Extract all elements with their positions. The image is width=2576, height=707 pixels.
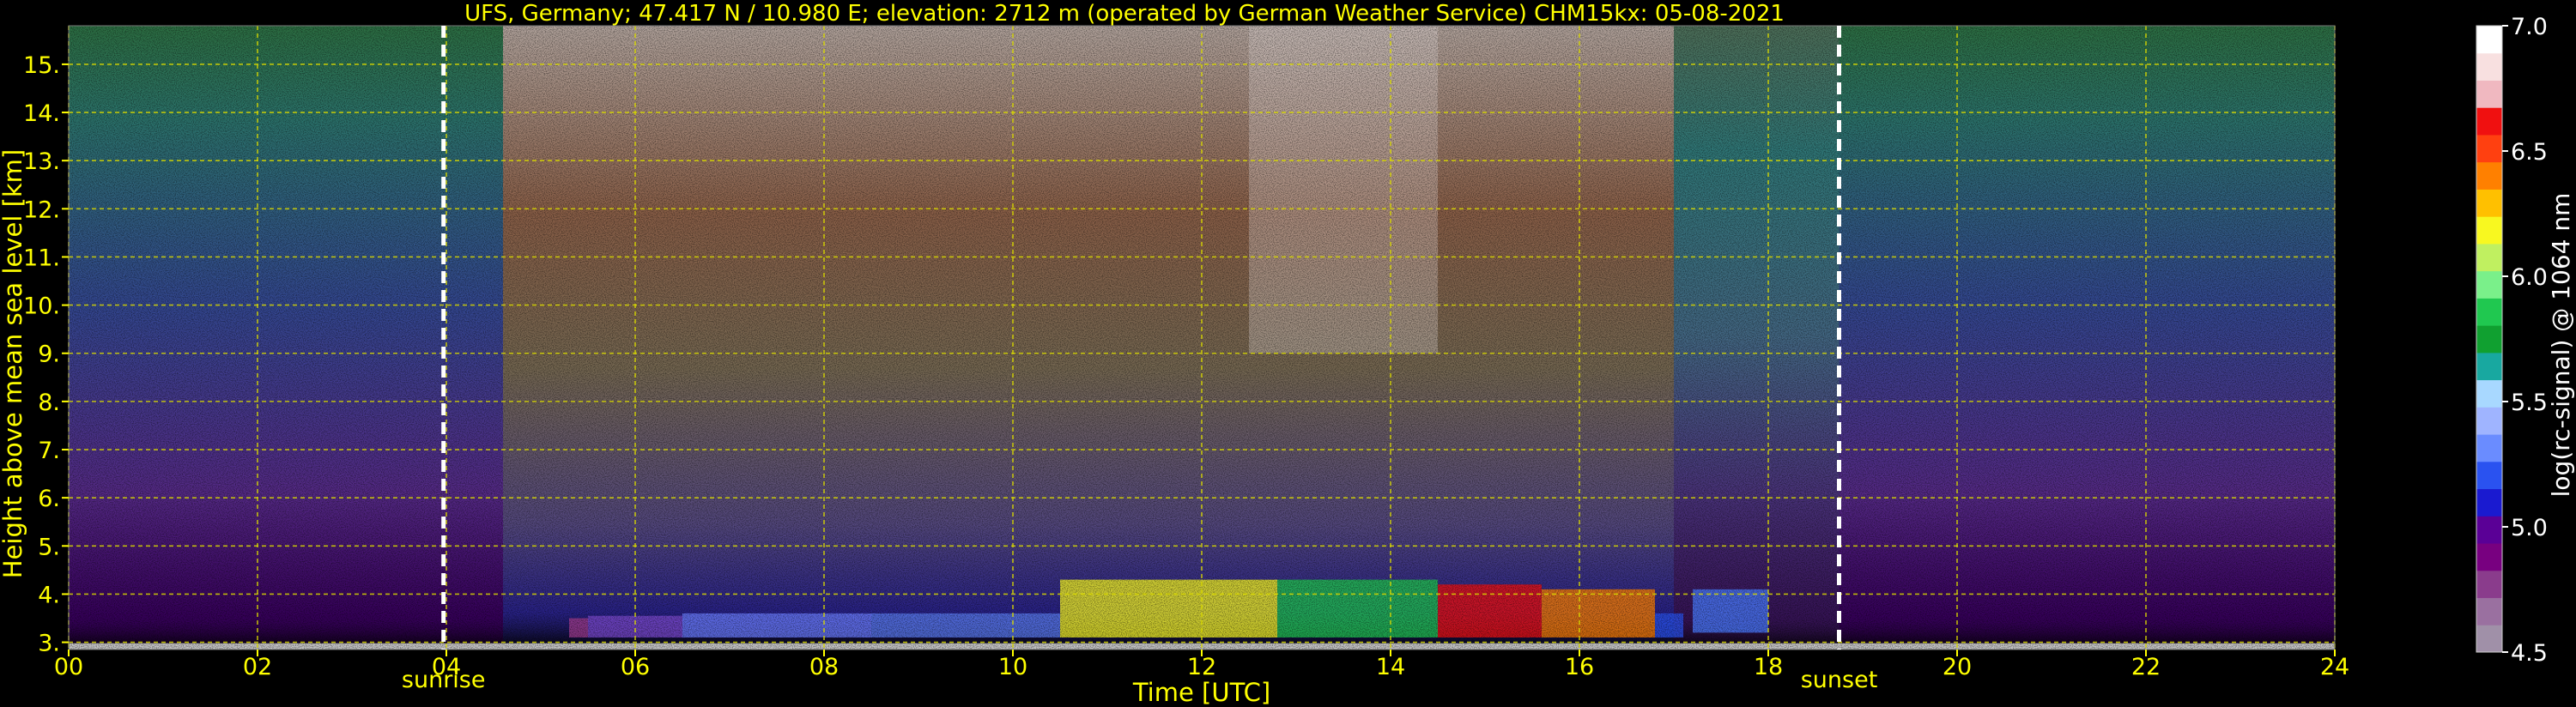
colorbar-segment xyxy=(2476,216,2502,245)
colorbar-segment xyxy=(2476,134,2502,163)
colorbar-segment xyxy=(2476,570,2502,599)
colorbar-segment xyxy=(2476,52,2502,81)
colorbar-segment xyxy=(2476,352,2502,381)
colorbar-segment xyxy=(2476,379,2502,408)
y-axis-label: Height above mean sea level [km] xyxy=(0,149,27,578)
colorbar-label: log(rc-signal) @ 1064 nm xyxy=(2547,193,2575,498)
colorbar-segment xyxy=(2476,298,2502,326)
colorbar-segment xyxy=(2476,516,2502,544)
colorbar-segment xyxy=(2476,407,2502,435)
y-tick-label: 5. xyxy=(38,534,60,560)
colorbar-segment xyxy=(2476,26,2502,54)
y-tick-label: 4. xyxy=(38,582,60,608)
y-tick-label: 9. xyxy=(38,341,60,368)
y-axis-ticks: 3. 4. 5. 6. 7. 8. 9. 10. 11. 12. 13. 14. 15. xyxy=(23,52,69,657)
x-tick-label: 16 xyxy=(1565,654,1594,680)
y-tick-label: 14. xyxy=(23,100,60,127)
colorbar-tick-label: 5.5 xyxy=(2511,390,2548,416)
y-tick-label: 12. xyxy=(23,196,60,223)
colorbar-segment xyxy=(2476,434,2502,462)
colorbar: 4.5 5.0 5.5 6.0 6.5 7.0 xyxy=(2476,14,2548,667)
colorbar-segment xyxy=(2476,161,2502,190)
colorbar-segment xyxy=(2476,107,2502,136)
y-tick-label: 13. xyxy=(23,148,60,175)
y-tick-label: 3. xyxy=(38,631,60,657)
colorbar-segment xyxy=(2476,488,2502,517)
colorbar-segment xyxy=(2476,80,2502,108)
sunset-label: sunset xyxy=(1801,667,1878,693)
x-tick-label: 04 xyxy=(432,654,461,680)
ceilometer-chart: UFS, Germany; 47.417 N / 10.980 E; eleva… xyxy=(0,1,2575,707)
x-tick-label: 12 xyxy=(1187,654,1216,680)
y-tick-label: 15. xyxy=(23,52,60,79)
x-tick-label: 06 xyxy=(621,654,650,680)
colorbar-tick-label: 6.5 xyxy=(2511,139,2548,166)
colorbar-segment xyxy=(2476,325,2502,354)
colorbar-segment xyxy=(2476,597,2502,625)
x-tick-label: 00 xyxy=(54,654,83,680)
chart-title: UFS, Germany; 47.417 N / 10.980 E; eleva… xyxy=(464,1,1785,27)
y-tick-label: 11. xyxy=(23,245,60,271)
colorbar-segment xyxy=(2476,243,2502,272)
x-tick-label: 02 xyxy=(243,654,272,680)
x-tick-label: 20 xyxy=(1943,654,1972,680)
colorbar-tick-label: 7.0 xyxy=(2511,14,2548,40)
y-tick-label: 6. xyxy=(38,486,60,512)
colorbar-segment xyxy=(2476,270,2502,299)
x-tick-label: 18 xyxy=(1754,654,1783,680)
x-tick-label: 14 xyxy=(1376,654,1405,680)
x-tick-label: 10 xyxy=(998,654,1027,680)
x-axis-label: Time [UTC] xyxy=(1132,678,1270,707)
x-tick-label: 24 xyxy=(2320,654,2349,680)
colorbar-tick-label: 5.0 xyxy=(2511,515,2548,541)
colorbar-segment xyxy=(2476,189,2502,217)
colorbar-segment xyxy=(2476,461,2502,490)
colorbar-segment xyxy=(2476,625,2502,653)
y-tick-label: 10. xyxy=(23,293,60,320)
colorbar-segment xyxy=(2476,543,2502,571)
colorbar-tick-label: 6.0 xyxy=(2511,264,2548,291)
x-tick-label: 08 xyxy=(809,654,839,680)
y-tick-label: 7. xyxy=(38,438,60,464)
y-tick-label: 8. xyxy=(38,390,60,416)
colorbar-tick-label: 4.5 xyxy=(2511,640,2548,667)
x-tick-label: 22 xyxy=(2131,654,2161,680)
x-axis-ticks: 00 02 04 06 08 10 12 14 16 18 20 22 24 xyxy=(54,650,2349,680)
